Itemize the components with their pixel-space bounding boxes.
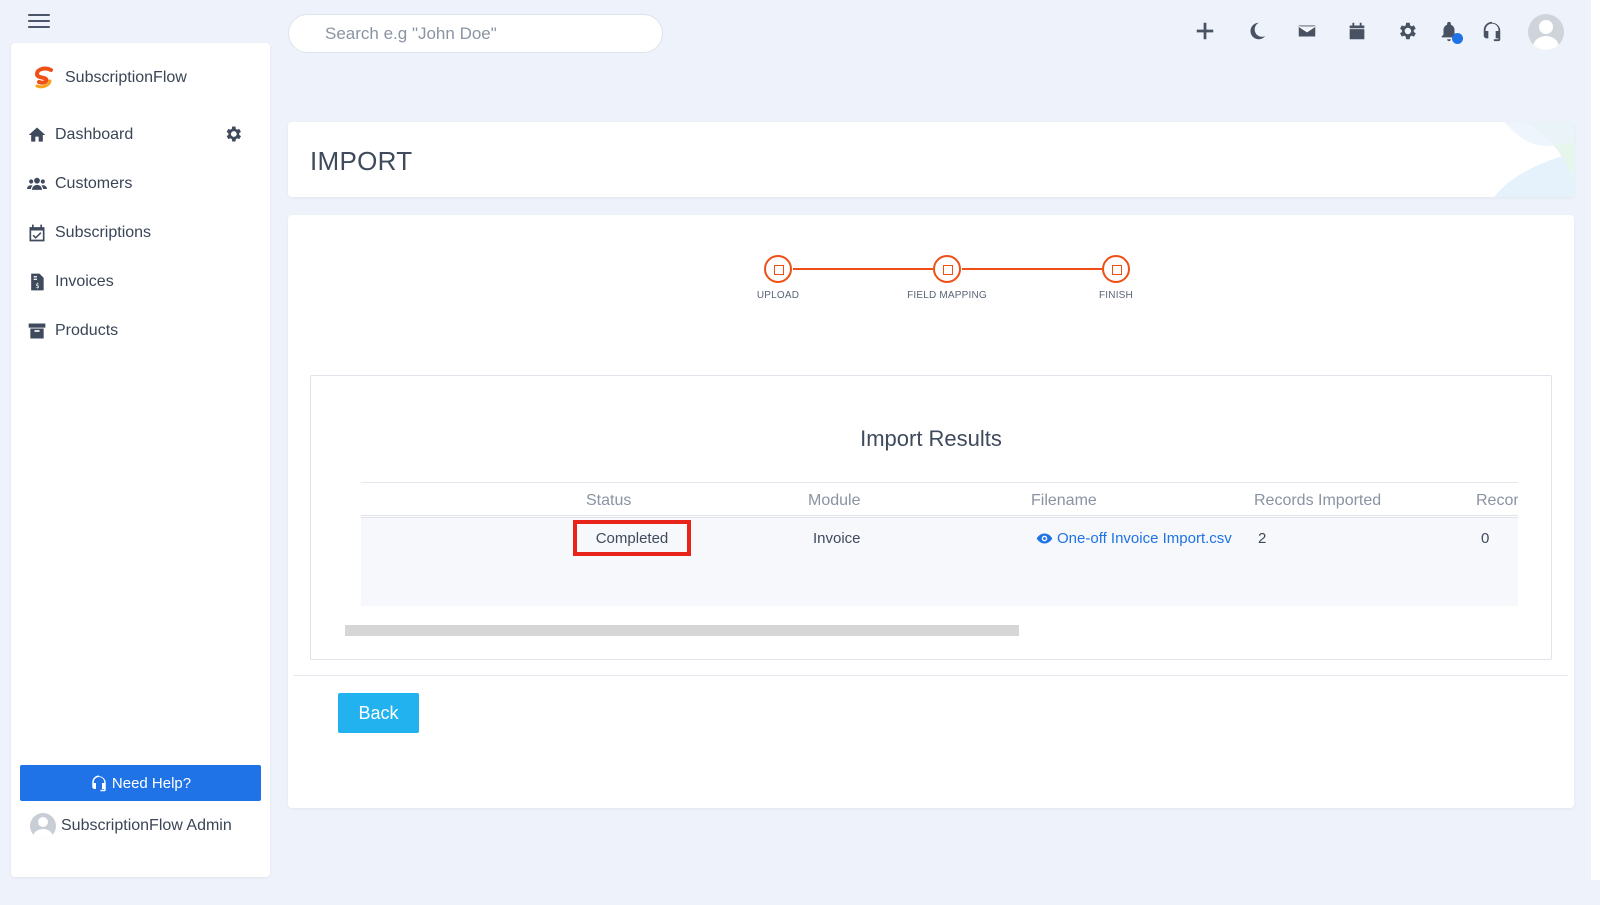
sidebar-item-dashboard[interactable]: Dashboard xyxy=(27,110,257,159)
results-title: Import Results xyxy=(860,426,1002,451)
results-table: Status Module Filename Records Imported … xyxy=(361,482,1518,613)
invoice-icon: $ xyxy=(31,273,44,290)
need-help-label: Need Help? xyxy=(111,774,192,792)
status-text: Completed xyxy=(595,529,669,547)
import-results-panel: Import Results Status Module Filename Re… xyxy=(310,375,1552,660)
step-label: FIELD MAPPING xyxy=(907,290,987,301)
filename-text: One-off Invoice Import.csv xyxy=(1057,530,1232,547)
horizontal-scrollbar[interactable] xyxy=(345,625,1019,636)
sidebar: SubscriptionFlow Dashboard Customers Sub… xyxy=(11,43,270,877)
headset-icon[interactable] xyxy=(1481,20,1503,42)
brand-name: SubscriptionFlow xyxy=(65,69,187,86)
search-input[interactable] xyxy=(288,14,663,53)
step-circle[interactable] xyxy=(933,255,961,283)
status-badge: Completed xyxy=(573,520,691,556)
sidebar-item-label: Dashboard xyxy=(55,125,134,143)
step-finish[interactable]: FINISH xyxy=(1066,253,1166,301)
headset-icon xyxy=(92,775,106,792)
module-cell: Invoice xyxy=(813,530,861,547)
page-title: IMPORT xyxy=(310,146,413,176)
archive-icon xyxy=(28,323,46,338)
users-icon xyxy=(27,177,47,190)
column-header-module[interactable]: Module xyxy=(808,492,860,510)
header-decoration xyxy=(1494,122,1574,197)
sidebar-item-label: Subscriptions xyxy=(55,223,152,241)
page-header: IMPORT xyxy=(288,122,1574,197)
calendar-check-icon xyxy=(29,224,45,241)
table-row: Completed Invoice One-off Invoice Import… xyxy=(361,518,1518,606)
mail-icon[interactable] xyxy=(1296,20,1318,42)
home-icon xyxy=(28,127,46,142)
sidebar-nav: Dashboard Customers Subscriptions $ Invo… xyxy=(27,110,257,355)
column-header-records[interactable]: Recor xyxy=(1476,492,1518,510)
settings-icon[interactable] xyxy=(1396,20,1418,42)
brand[interactable]: SubscriptionFlow xyxy=(31,65,187,91)
back-button[interactable]: Back xyxy=(338,693,419,733)
filename-link[interactable]: One-off Invoice Import.csv xyxy=(1036,530,1232,547)
sidebar-item-invoices[interactable]: $ Invoices xyxy=(27,257,257,306)
column-header-filename[interactable]: Filename xyxy=(1031,492,1097,510)
records-cell: 0 xyxy=(1481,530,1490,547)
sidebar-item-subscriptions[interactable]: Subscriptions xyxy=(27,208,257,257)
admin-name: SubscriptionFlow Admin xyxy=(61,817,232,834)
step-circle[interactable] xyxy=(764,255,792,283)
sidebar-item-label: Customers xyxy=(55,174,133,192)
plus-icon[interactable] xyxy=(1194,20,1216,42)
bell-icon[interactable] xyxy=(1438,20,1463,44)
column-header-status[interactable]: Status xyxy=(586,492,631,510)
records-imported-cell: 2 xyxy=(1258,530,1267,547)
step-label: FINISH xyxy=(1099,290,1133,301)
step-circle[interactable] xyxy=(1102,255,1130,283)
sidebar-item-label: Invoices xyxy=(55,272,114,290)
moon-icon[interactable] xyxy=(1246,20,1268,42)
svg-text:$: $ xyxy=(35,281,39,289)
sidebar-item-customers[interactable]: Customers xyxy=(27,159,257,208)
admin-profile[interactable]: SubscriptionFlow Admin xyxy=(30,813,232,839)
column-header-records-imported[interactable]: Records Imported xyxy=(1254,492,1381,510)
gear-icon[interactable] xyxy=(223,124,243,144)
eye-icon xyxy=(1036,533,1053,544)
table-header: Status Module Filename Records Imported … xyxy=(361,482,1518,518)
import-stepper: UPLOAD FIELD MAPPING FINISH xyxy=(728,253,1133,313)
need-help-button[interactable]: Need Help? xyxy=(20,765,261,801)
notification-dot xyxy=(1452,33,1463,44)
step-label: UPLOAD xyxy=(756,290,800,301)
divider xyxy=(294,675,1568,676)
import-card: UPLOAD FIELD MAPPING FINISH Import Resul… xyxy=(288,215,1574,808)
menu-toggle-icon[interactable] xyxy=(28,14,50,30)
step-upload[interactable]: UPLOAD xyxy=(728,253,828,301)
logo-icon xyxy=(34,66,53,89)
page-scrollbar[interactable] xyxy=(1591,0,1600,880)
sidebar-item-products[interactable]: Products xyxy=(27,306,257,355)
sidebar-item-label: Products xyxy=(55,321,119,339)
calendar-icon[interactable] xyxy=(1346,20,1368,42)
step-field-mapping[interactable]: FIELD MAPPING xyxy=(897,253,997,301)
avatar xyxy=(30,813,56,839)
user-avatar[interactable] xyxy=(1528,14,1564,50)
